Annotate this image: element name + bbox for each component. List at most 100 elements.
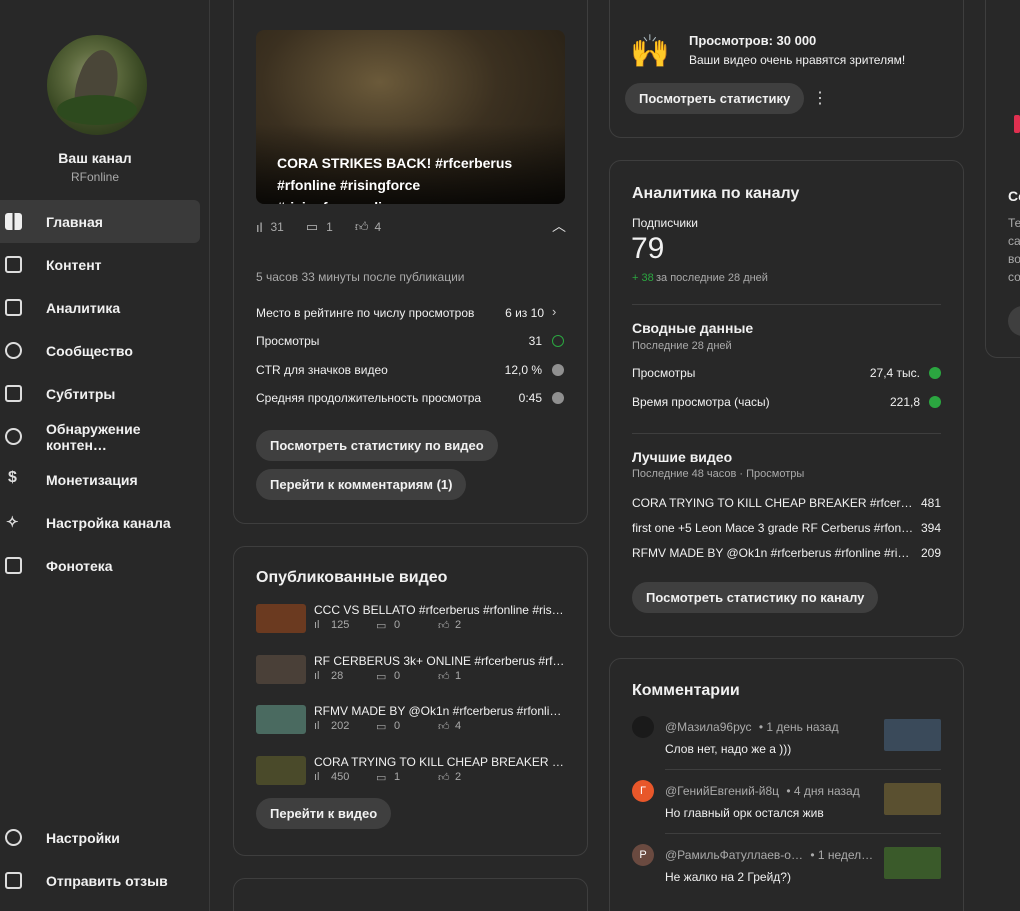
views-icon: ıl — [256, 219, 263, 235]
comment-video-thumbnail[interactable] — [884, 847, 941, 879]
milestone-text: Ваши видео очень нравятся зрителям! — [689, 53, 906, 67]
comment-author[interactable]: @Мазила96рус — [665, 720, 751, 734]
views-value: 31 — [528, 334, 542, 348]
subscribers-label: Подписчики — [632, 216, 699, 230]
community-icon — [5, 342, 22, 359]
video-title[interactable]: RFMV MADE BY @Ok1n #rfcerberus #rfonline… — [314, 704, 566, 718]
channel-stats-button[interactable]: Посмотреть статистику по каналу — [632, 582, 879, 613]
subtitles-icon — [5, 385, 22, 402]
video-title[interactable]: CCC VS BELLATO #rfcerberus #rfonline #ri… — [314, 603, 566, 617]
views-count: 125 — [331, 619, 350, 631]
video-thumbnail[interactable] — [256, 655, 306, 684]
sidebar-item-content[interactable]: Контент — [0, 243, 200, 286]
illustration-icon — [1014, 115, 1020, 133]
sidebar-item-label: Контент — [46, 256, 102, 273]
sidebar-item-audio-library[interactable]: Фонотека — [0, 544, 200, 587]
sidebar-item-subtitles[interactable]: Субтитры — [0, 372, 200, 415]
comment-author[interactable]: @ГенийЕвгений-й8ц — [665, 784, 779, 798]
sidebar-item-settings[interactable]: Настройки — [0, 816, 200, 859]
comment-video-thumbnail[interactable] — [884, 783, 941, 815]
comment-icon: ▭ — [376, 772, 387, 784]
commenter-avatar[interactable]: Р — [632, 844, 654, 866]
summary-views-value: 27,4 тыс. — [869, 366, 920, 380]
likes-count: 4 — [455, 720, 462, 732]
video-title[interactable]: RF CERBERUS 3k+ ONLINE #rfcerberus #rfon… — [314, 654, 566, 668]
milestone-stats-button[interactable]: Посмотреть статистику — [625, 83, 805, 114]
views-icon: ıl — [314, 771, 320, 783]
latest-video-stats: ıl 31 ▭ 1 👍︎ 4 — [256, 219, 381, 235]
video-title[interactable]: CORA TRYING TO KILL CHEAP BREAKER #rfce… — [314, 755, 566, 769]
comment-header: @Мазила96рус • 1 день назад — [665, 720, 839, 734]
arrow-up-circle-icon — [929, 396, 941, 408]
comment-icon: ▭ — [305, 219, 319, 234]
views-icon: ıl — [314, 670, 320, 682]
chevron-right-icon[interactable]: › — [552, 304, 556, 319]
sidebar-item-label: Главная — [46, 213, 103, 230]
sidebar-nav: Главная Контент Аналитика Сообщество Суб… — [0, 200, 200, 587]
subscribers-delta: + 38 — [632, 272, 654, 284]
sidebar-item-community[interactable]: Сообщество — [0, 329, 200, 372]
more-vert-icon[interactable]: ⋮ — [812, 88, 828, 108]
sidebar-item-customization[interactable]: ✧ Настройка канала — [0, 501, 200, 544]
analytics-icon — [5, 299, 22, 316]
views-count: 28 — [331, 670, 344, 682]
comments-count: 1 — [326, 220, 333, 234]
comment-author[interactable]: @РамильФатуллаев-о… — [665, 848, 803, 862]
sidebar-item-feedback[interactable]: Отправить отзыв — [0, 859, 200, 902]
views-count: 450 — [331, 771, 350, 783]
latest-video-title: CORA STRIKES BACK! #rfcerberus #rfonline… — [277, 155, 513, 204]
magic-wand-icon: ✧ — [6, 514, 19, 531]
sidebar: Ваш канал RFonline Главная Контент Анали… — [0, 0, 210, 911]
comments-heading: Комментарии — [632, 682, 740, 699]
latest-video-thumbnail[interactable]: CORA STRIKES BACK! #rfcerberus #rfonline… — [256, 30, 565, 204]
video-thumbnail[interactable] — [256, 604, 306, 633]
commenter-avatar[interactable] — [632, 716, 654, 738]
best-video-views: 394 — [920, 521, 941, 535]
sidebar-item-copyright[interactable]: Обнаружение контен… — [0, 415, 200, 458]
partial-card-text: Те са во со — [1008, 216, 1020, 284]
chevron-up-icon[interactable]: ︿ — [552, 216, 566, 236]
feedback-icon — [5, 872, 22, 889]
arrow-down-circle-icon — [552, 364, 564, 376]
avg-duration-label: Средняя продолжительность просмотра — [256, 391, 482, 405]
channel-name: RFonline — [70, 170, 120, 184]
best-video-title[interactable]: CORA TRYING TO KILL CHEAP BREAKER #rfcer… — [632, 496, 914, 510]
views-count: 202 — [331, 720, 350, 732]
thumbs-up-icon: 👍︎ — [354, 219, 369, 234]
sidebar-item-dashboard[interactable]: Главная — [0, 200, 200, 243]
best-video-title[interactable]: first one +5 Leon Mace 3 grade RF Cerber… — [632, 521, 914, 535]
likes-count: 2 — [455, 619, 462, 631]
ideas-card — [233, 878, 588, 911]
comment-video-thumbnail[interactable] — [884, 719, 941, 751]
divider — [632, 433, 941, 434]
video-thumbnail[interactable] — [256, 756, 306, 785]
subscribers-period: за последние 28 дней — [656, 272, 768, 284]
published-time: 5 часов 33 минуты после публикации — [256, 270, 465, 284]
comment-text: Слов нет, надо же а ))) — [665, 742, 792, 756]
best-videos-title: Лучшие видео — [632, 449, 733, 465]
commenter-avatar[interactable]: Г — [632, 780, 654, 802]
comment-text: Но главный орк остался жив — [665, 806, 824, 820]
video-thumbnail[interactable] — [256, 705, 306, 734]
channel-avatar[interactable] — [47, 35, 147, 135]
comment-time: • 1 день назад — [758, 720, 839, 734]
sidebar-item-analytics[interactable]: Аналитика — [0, 286, 200, 329]
comments-count: 0 — [394, 619, 401, 631]
summary-watchtime-value: 221,8 — [889, 395, 920, 409]
go-to-videos-button[interactable]: Перейти к видео — [256, 798, 392, 829]
milestone-title: Просмотров: 30 000 — [689, 33, 817, 48]
best-video-title[interactable]: RFMV MADE BY @Ok1n #rfcerberus #rfonline… — [632, 546, 914, 560]
sidebar-item-label: Монетизация — [46, 471, 138, 488]
likes-count: 1 — [455, 670, 462, 682]
sidebar-item-label: Сообщество — [46, 342, 133, 359]
thumbs-up-icon: 👍︎ — [438, 671, 450, 683]
published-videos-heading: Опубликованные видео — [256, 569, 448, 586]
video-stats-button[interactable]: Посмотреть статистику по видео — [256, 430, 498, 461]
channel-title: Ваш канал — [58, 150, 132, 166]
subscribers-value: 79 — [631, 232, 665, 265]
sidebar-item-monetization[interactable]: $ Монетизация — [0, 458, 200, 501]
ctr-label: CTR для значков видео — [256, 363, 388, 377]
analytics-heading: Аналитика по каналу — [632, 185, 800, 202]
go-to-comments-button[interactable]: Перейти к комментариям (1) — [256, 469, 467, 500]
best-video-views: 481 — [920, 496, 941, 510]
